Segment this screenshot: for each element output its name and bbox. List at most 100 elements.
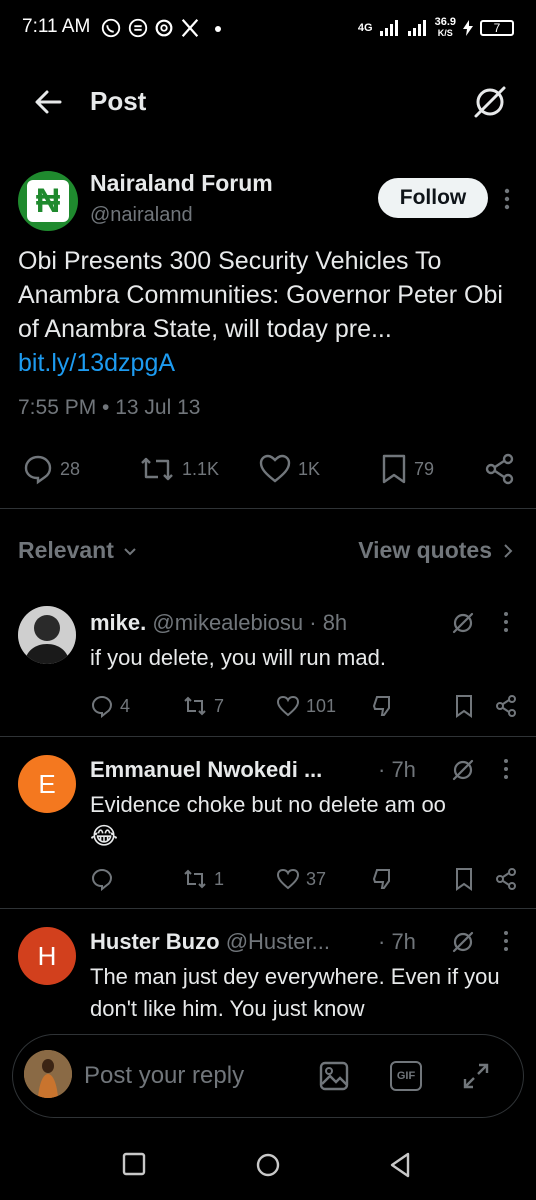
- reply-item[interactable]: mike. @mikealebiosu · 8h if you delete, …: [0, 592, 536, 734]
- battery-level: 7: [493, 21, 501, 35]
- network-speed: 36.9 K/S: [435, 17, 456, 39]
- bookmark-count: 79: [414, 458, 435, 479]
- network-type: 4G: [357, 22, 373, 34]
- grok-icon[interactable]: [450, 757, 476, 783]
- share-icon[interactable]: [484, 453, 516, 485]
- sort-dropdown[interactable]: Relevant: [18, 537, 138, 564]
- reply-action[interactable]: [90, 867, 120, 891]
- author-name[interactable]: Nairaland Forum: [90, 170, 273, 197]
- post-text: Obi Presents 300 Security Vehicles To An…: [18, 244, 523, 380]
- current-user-avatar: [24, 1050, 72, 1098]
- signal-icon-2: [407, 20, 426, 36]
- reply-handle[interactable]: @Huster...: [226, 929, 330, 954]
- dot-icon: [215, 26, 221, 32]
- repost-count: 7: [214, 695, 225, 716]
- grok-icon[interactable]: [470, 82, 510, 122]
- x-logo-icon: [181, 19, 199, 37]
- expand-icon[interactable]: [460, 1060, 492, 1092]
- speed-value: 36.9: [434, 16, 456, 28]
- reply-author[interactable]: Emmanuel Nwokedi ...: [90, 757, 322, 782]
- view-quotes-link[interactable]: View quotes: [358, 537, 514, 564]
- reply-item[interactable]: E Emmanuel Nwokedi ... · 7h Evidence cho…: [0, 737, 536, 909]
- repost-count: 1.1K: [182, 458, 220, 479]
- more-options-icon[interactable]: [498, 757, 514, 781]
- page-title: Post: [90, 86, 147, 116]
- share-icon[interactable]: [494, 867, 518, 891]
- heart-icon: [276, 868, 300, 890]
- avatar-photo: [24, 1050, 72, 1098]
- grok-icon[interactable]: [450, 929, 476, 955]
- threads-icon: [155, 19, 173, 37]
- gif-button[interactable]: GIF: [390, 1061, 422, 1091]
- repost-action[interactable]: 1.1K: [138, 453, 219, 485]
- repost-icon: [184, 869, 206, 889]
- downvote-icon[interactable]: [370, 867, 394, 891]
- post-link[interactable]: bit.ly/13dzpgA: [18, 349, 175, 377]
- bookmark-icon[interactable]: [454, 867, 474, 891]
- more-options-icon[interactable]: [498, 929, 514, 953]
- follow-button[interactable]: Follow: [378, 178, 488, 218]
- like-action[interactable]: 101: [276, 694, 336, 718]
- speed-unit: K/S: [437, 28, 453, 38]
- image-icon[interactable]: [318, 1060, 350, 1092]
- reply-text: Evidence choke but no delete am oo 😂: [90, 789, 520, 853]
- author-handle[interactable]: @nairaland: [90, 204, 193, 227]
- reply-action[interactable]: 28: [22, 453, 80, 485]
- like-count: 37: [306, 868, 327, 889]
- like-count: 101: [306, 695, 337, 716]
- repost-action[interactable]: 7: [182, 694, 224, 718]
- reply-avatar[interactable]: E: [18, 755, 76, 813]
- bookmark-action[interactable]: 79: [380, 453, 434, 485]
- battery-icon: 7: [480, 20, 514, 36]
- reply-author[interactable]: Huster Buzo: [90, 929, 220, 954]
- like-action[interactable]: 1K: [258, 453, 320, 485]
- repost-action[interactable]: 1: [182, 867, 224, 891]
- chevron-right-icon: [504, 543, 513, 558]
- avatar-logo-glyph: ₦: [27, 180, 69, 222]
- reply-icon: [91, 868, 113, 891]
- repost-icon: [141, 457, 173, 481]
- reply-handle[interactable]: @mikealebiosu: [152, 610, 303, 635]
- status-bar: 7:11 AM 4G 36.9 K/S 7: [0, 0, 536, 56]
- status-indicators: 4G 36.9 K/S 7: [358, 14, 514, 42]
- repost-icon: [184, 696, 206, 716]
- whatsapp-icon: [101, 18, 121, 38]
- grok-icon[interactable]: [450, 610, 476, 636]
- system-navigation-bar: [0, 1128, 536, 1200]
- signal-icon: [379, 20, 398, 36]
- more-options-icon[interactable]: [498, 610, 514, 634]
- reply-count: 4: [120, 695, 131, 716]
- reply-action[interactable]: 4: [90, 694, 130, 718]
- reply-item[interactable]: H Huster Buzo @Huster... · 7h The man ju…: [0, 909, 536, 1029]
- share-icon[interactable]: [494, 694, 518, 718]
- arrow-left-icon[interactable]: [30, 84, 66, 120]
- sort-label: Relevant: [18, 537, 114, 563]
- avatar-letter: H: [37, 940, 57, 971]
- reply-avatar[interactable]: H: [18, 927, 76, 985]
- reply-input[interactable]: [84, 1056, 304, 1096]
- like-action[interactable]: 37: [276, 867, 326, 891]
- post-timestamp[interactable]: 7:55 PM • 13 Jul 13: [18, 396, 200, 420]
- reply-header: Emmanuel Nwokedi ...: [90, 757, 322, 783]
- reply-author[interactable]: mike.: [90, 610, 146, 635]
- reply-header: mike. @mikealebiosu · 8h: [90, 610, 347, 636]
- back-nav-icon[interactable]: [388, 1152, 412, 1178]
- reply-text: The man just dey everywhere. Even if you…: [90, 964, 500, 1021]
- reply-avatar[interactable]: [18, 606, 76, 664]
- reply-header: Huster Buzo @Huster...: [90, 929, 330, 955]
- avatar-photo: [18, 606, 76, 664]
- reply-body: Evidence choke but no delete am oo: [90, 792, 446, 817]
- chevron-down-icon: [124, 547, 136, 555]
- reply-time: · 7h: [378, 929, 416, 954]
- reply-count: 28: [60, 458, 81, 479]
- more-options-icon[interactable]: [498, 186, 516, 212]
- downvote-icon[interactable]: [370, 694, 394, 718]
- laughing-emoji: 😂: [90, 823, 119, 850]
- recent-apps-icon[interactable]: [122, 1152, 146, 1176]
- reply-time: · 7h: [378, 757, 416, 782]
- author-avatar[interactable]: ₦: [18, 171, 78, 231]
- home-icon[interactable]: [255, 1152, 281, 1178]
- repost-count: 1: [214, 868, 225, 889]
- bookmark-icon[interactable]: [454, 694, 474, 718]
- charging-icon: [463, 20, 473, 36]
